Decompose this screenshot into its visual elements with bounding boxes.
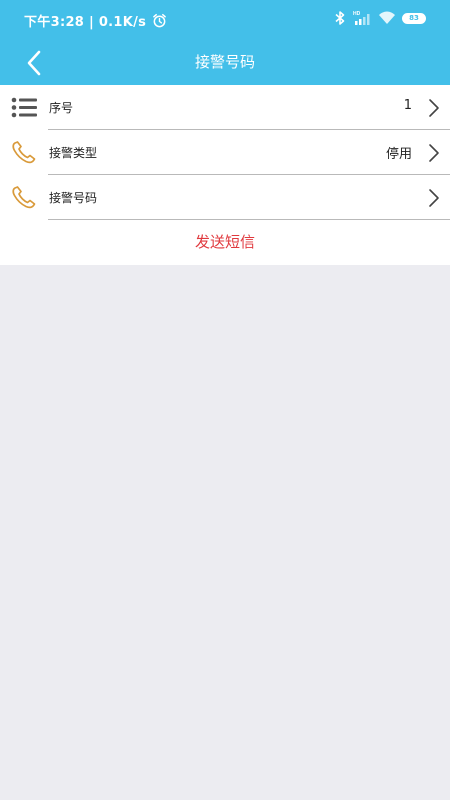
list-item-value: 1 (403, 98, 412, 113)
battery-icon: 83 (402, 12, 426, 24)
signal-icon: HD (353, 11, 370, 25)
alarm-icon (153, 13, 167, 28)
list-item-label: 序号 (49, 101, 74, 115)
status-bar: 下午3:28 | 0.1K/s HD 83 (0, 0, 450, 40)
list-item-label: 接警类型 (49, 146, 98, 160)
page-title: 接警号码 (194, 53, 255, 71)
screen: 下午3:28 | 0.1K/s HD 83 接警号码 序号 1 接警类型 停用 … (0, 0, 450, 800)
chevron-right-icon (429, 144, 439, 162)
bluetooth-icon (335, 11, 345, 25)
status-left: 下午3:28 | 0.1K/s (24, 11, 167, 30)
settings-list: 序号 1 接警类型 停用 接警号码 发送短信 (0, 85, 450, 265)
list-item-index[interactable]: 序号 1 (0, 85, 450, 130)
phone-icon (12, 141, 36, 164)
wifi-icon (379, 11, 395, 24)
list-icon (11, 97, 37, 118)
phone-icon (12, 186, 36, 209)
header: 接警号码 (0, 40, 450, 85)
battery-level: 83 (409, 14, 419, 22)
status-time-speed: 下午3:28 | 0.1K/s (24, 15, 147, 30)
divider (48, 219, 450, 220)
chevron-right-icon (429, 189, 439, 207)
list-item-alarm-type[interactable]: 接警类型 停用 (0, 130, 450, 175)
status-right: HD 83 (334, 10, 426, 26)
list-item-value: 停用 (385, 147, 412, 162)
chevron-right-icon (429, 99, 439, 117)
send-sms-button[interactable]: 发送短信 (0, 222, 450, 262)
svg-text:HD: HD (353, 11, 361, 17)
list-item-alarm-number[interactable]: 接警号码 (0, 175, 450, 220)
list-item-label: 接警号码 (49, 191, 98, 205)
